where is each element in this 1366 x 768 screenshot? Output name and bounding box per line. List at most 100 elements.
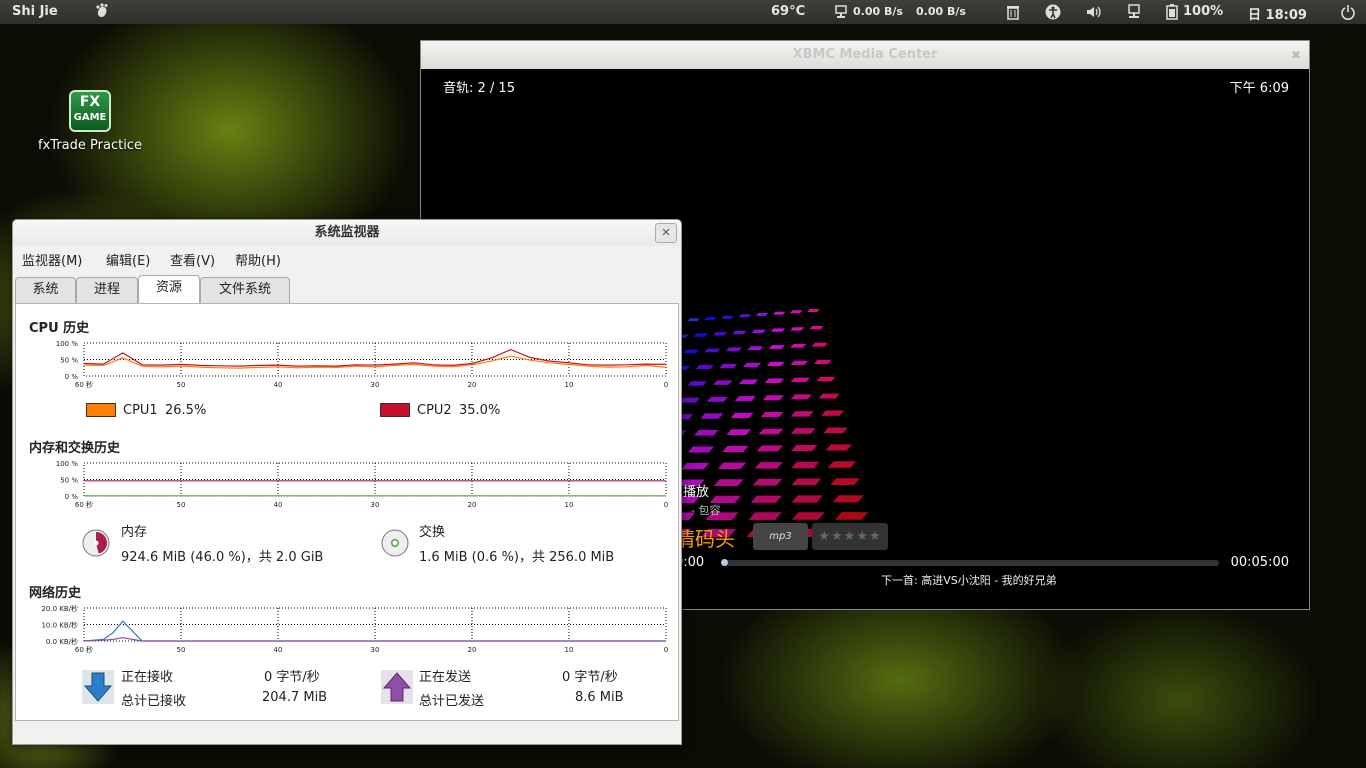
mem-x-tick: 0: [664, 501, 668, 509]
system-monitor-window[interactable]: 系统监视器 ✕ 监视器(M) 编辑(E) 查看(V) 帮助(H) 系统 进程 资…: [12, 219, 682, 745]
power-icon[interactable]: [1340, 4, 1356, 24]
mem-x-tick: 30: [371, 501, 380, 509]
mem-x-tick: 50: [177, 501, 186, 509]
sysmon-title[interactable]: 系统监视器: [13, 220, 681, 246]
tab-filesystems[interactable]: 文件系统: [200, 277, 290, 303]
recv-total: 204.7 MiB: [262, 690, 328, 705]
net-x-tick: 30: [371, 646, 380, 654]
cpu1-color-swatch[interactable]: [86, 403, 116, 417]
cpu-x-tick: 60 秒: [75, 380, 93, 389]
cpu-y-tick: 0 %: [65, 373, 79, 381]
menubar: 监视器(M) 编辑(E) 查看(V) 帮助(H): [13, 246, 681, 270]
net-x-tick: 0: [664, 646, 668, 654]
fxgame-icon: FX GAME: [69, 90, 111, 132]
net-y-tick: 20.0 KB/秒: [41, 605, 78, 613]
volume-icon[interactable]: [1085, 4, 1103, 24]
tab-resources[interactable]: 资源: [138, 275, 200, 303]
mem-x-tick: 60 秒: [75, 500, 93, 509]
mem-x-tick: 40: [274, 501, 283, 509]
progress-bar[interactable]: [721, 559, 1219, 566]
mem-x-tick: 20: [468, 501, 477, 509]
net-y-tick: 0.0 KB/秒: [46, 637, 78, 646]
net-x-tick: 60 秒: [75, 645, 93, 654]
rating-stars: ★★★★★: [812, 523, 888, 550]
cpu-history-title: CPU 历史: [29, 321, 90, 336]
send-label: 正在发送: [419, 670, 472, 685]
progress-knob[interactable]: [721, 559, 728, 566]
swap-value: 1.6 MiB (0.6 %)，共 256.0 MiB: [419, 550, 615, 565]
resources-panel: CPU 历史 60 秒 50 40 30 20 10 0 100 % 50 % 0 % CPU1 …: [15, 303, 679, 721]
cpu-x-tick: 30: [371, 381, 380, 389]
cpu2-color-swatch[interactable]: [380, 403, 410, 417]
menu-view[interactable]: 查看(V): [170, 250, 215, 269]
menu-help[interactable]: 帮助(H): [235, 250, 281, 269]
mem-y-tick: 50 %: [60, 477, 78, 485]
mem-y-tick: 100 %: [56, 460, 79, 468]
mem-y-tick: 0 %: [65, 493, 79, 501]
temperature-indicator[interactable]: 69°C: [771, 4, 805, 19]
cpu2-label: CPU2: [417, 403, 452, 418]
network-history-graph: 60 秒 50 40 30 20 10 0 20.0 KB/秒 10.0 KB/秒 0.0 KB/…: [41, 605, 668, 654]
cpu-x-tick: 40: [274, 381, 283, 389]
next-track: 下一首: 高进VS小沈阳 - 我的好兄弟: [881, 574, 1057, 587]
total-time: 00:05:00: [1230, 555, 1289, 570]
cpu-y-tick: 50 %: [60, 357, 78, 365]
clock[interactable]: 日 18:09: [1248, 4, 1307, 23]
memory-history-title: 内存和交换历史: [29, 441, 121, 456]
download-arrow-icon[interactable]: [82, 670, 114, 704]
icon-text-bottom: GAME: [73, 112, 107, 123]
net-x-tick: 10: [565, 646, 574, 654]
album-name: - 包容: [691, 504, 721, 517]
song-title: 情码头: [675, 527, 735, 551]
memory-history-graph: 60 秒 50 40 30 20 10 0 100 % 50 % 0 %: [56, 460, 668, 509]
cpu-x-tick: 50: [177, 381, 186, 389]
memory-label: 内存: [121, 525, 148, 540]
cpu-x-tick: 20: [468, 381, 477, 389]
net-x-tick: 50: [177, 646, 186, 654]
cpu-x-tick: 10: [565, 381, 574, 389]
swap-pie-icon[interactable]: [381, 529, 409, 557]
xbmc-close-icon[interactable]: ✖: [1291, 41, 1301, 69]
network-history-title: 网络历史: [29, 586, 82, 601]
desktop-icon-fxtrade[interactable]: FX GAME fxTrade Practice: [30, 90, 150, 153]
accessibility-icon[interactable]: [1045, 4, 1061, 24]
wired-network-icon[interactable]: [1126, 4, 1142, 24]
cpu1-label: CPU1: [123, 403, 158, 418]
recv-total-label: 总计已接收: [121, 694, 187, 709]
session-user[interactable]: Shi Jie: [12, 4, 58, 19]
send-total-label: 总计已发送: [419, 694, 485, 709]
menu-monitor[interactable]: 监视器(M): [22, 250, 82, 269]
xbmc-title: XBMC Media Center: [792, 47, 938, 62]
cpu2-value: 35.0%: [459, 403, 501, 418]
xbmc-titlebar[interactable]: XBMC Media Center ✖: [421, 41, 1309, 69]
icon-text-top: FX: [79, 94, 101, 110]
memory-pie-icon[interactable]: [82, 529, 110, 557]
close-icon[interactable]: ✕: [655, 223, 677, 243]
tab-bar: 系统 进程 资源 文件系统: [15, 275, 681, 303]
net-x-tick: 40: [274, 646, 283, 654]
top-panel: Shi Jie 69°C 0.00 B/s 0.00 B/s 100% 日 18…: [0, 0, 1366, 24]
cpu-y-tick: 100 %: [56, 340, 79, 348]
gnome-foot-icon[interactable]: [94, 3, 112, 25]
battery-icon[interactable]: [1165, 4, 1179, 24]
mem-x-tick: 10: [565, 501, 574, 509]
net-y-tick: 10.0 KB/秒: [41, 621, 78, 630]
menu-edit[interactable]: 编辑(E): [106, 250, 150, 269]
upload-arrow-icon[interactable]: [381, 670, 413, 704]
tab-processes[interactable]: 进程: [76, 277, 138, 303]
desktop-icon-label: fxTrade Practice: [38, 138, 142, 153]
status-bar: [13, 721, 681, 744]
send-rate: 0 字节/秒: [562, 670, 618, 685]
tab-system[interactable]: 系统: [15, 277, 76, 303]
battery-percent[interactable]: 100%: [1183, 4, 1223, 19]
net-x-tick: 20: [468, 646, 477, 654]
xbmc-clock: 下午 6:09: [1229, 81, 1289, 96]
trash-icon[interactable]: [1005, 4, 1021, 24]
memory-value: 924.6 MiB (46.0 %)，共 2.0 GiB: [121, 550, 324, 565]
swap-label: 交换: [419, 525, 446, 540]
playback-status: 播放: [683, 485, 710, 500]
cpu-x-tick: 0: [664, 381, 668, 389]
codec-badge: mp3: [753, 523, 808, 550]
net-up-speed[interactable]: 0.00 B/s: [916, 5, 966, 18]
net-down-speed[interactable]: 0.00 B/s: [853, 5, 903, 18]
